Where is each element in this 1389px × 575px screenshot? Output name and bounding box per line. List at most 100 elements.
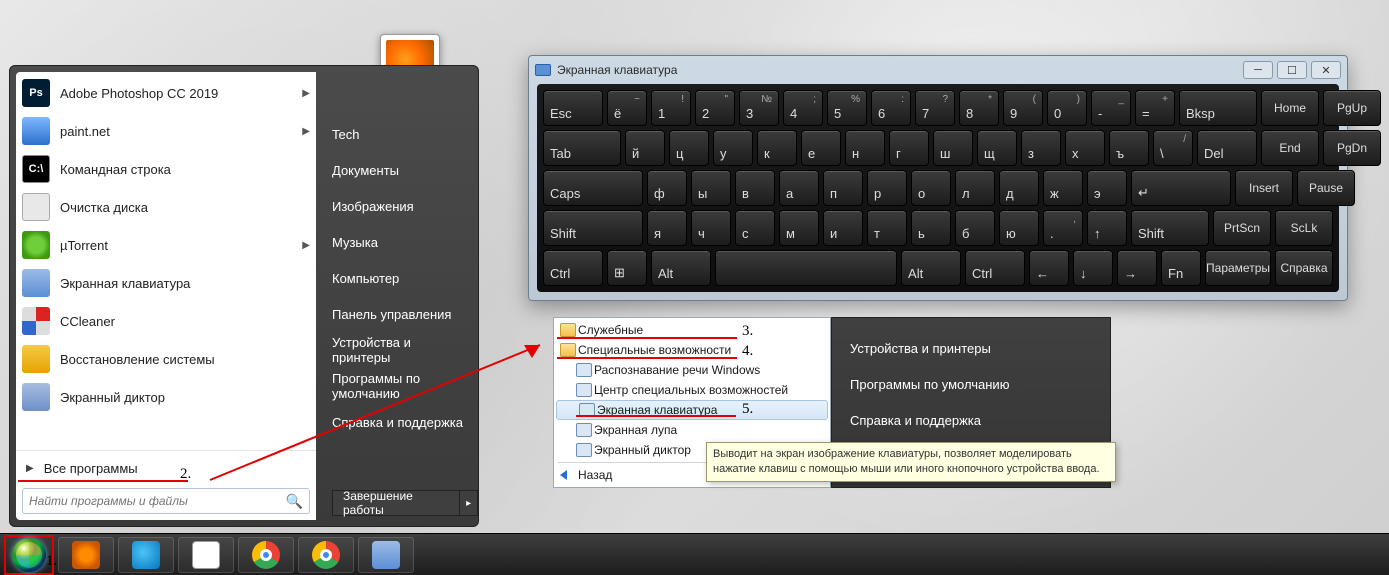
start-menu-right-item[interactable]: Изображения (332, 188, 468, 224)
start-menu-right-item[interactable]: Документы (332, 152, 468, 188)
key[interactable]: ь (911, 210, 951, 246)
key[interactable]: *8 (959, 90, 999, 126)
key[interactable]: р (867, 170, 907, 206)
key[interactable]: Bksp (1179, 90, 1257, 126)
key[interactable]: о (911, 170, 951, 206)
key[interactable]: Caps (543, 170, 643, 206)
nav-key[interactable]: End (1261, 130, 1319, 166)
program-item[interactable]: µTorrent ▶ (16, 226, 316, 264)
nav-key[interactable]: PgDn (1323, 130, 1381, 166)
program-item[interactable]: paint.net ▶ (16, 112, 316, 150)
shutdown-button[interactable]: Завершение работы (332, 490, 459, 516)
program-item[interactable]: Восстановление системы (16, 340, 316, 378)
start-menu-right-item[interactable]: Tech (332, 116, 468, 152)
shutdown-options-button[interactable]: ▸ (459, 490, 478, 516)
search-input[interactable] (29, 494, 286, 508)
key[interactable]: е (801, 130, 841, 166)
nav-key[interactable]: Insert (1235, 170, 1293, 206)
program-item[interactable]: Экранный диктор (16, 378, 316, 416)
key[interactable]: Del (1197, 130, 1257, 166)
maximize-button[interactable]: ☐ (1277, 61, 1307, 79)
start-menu-right-item[interactable]: Компьютер (332, 260, 468, 296)
key[interactable]: ы (691, 170, 731, 206)
taskbar-item-ie[interactable] (118, 537, 174, 573)
key[interactable]: ъ (1109, 130, 1149, 166)
taskbar-item-osk[interactable] (358, 537, 414, 573)
program-item[interactable]: CCleaner (16, 302, 316, 340)
key[interactable]: ↓ (1073, 250, 1113, 286)
key[interactable]: Alt (901, 250, 961, 286)
key[interactable]: ,. (1043, 210, 1083, 246)
key[interactable]: Esc (543, 90, 603, 126)
nav-key[interactable]: Home (1261, 90, 1319, 126)
taskbar-item-chrome-2[interactable] (298, 537, 354, 573)
key[interactable]: Shift (1131, 210, 1209, 246)
close-button[interactable]: ✕ (1311, 61, 1341, 79)
key[interactable]: и (823, 210, 863, 246)
submenu-right-item[interactable]: Устройства и принтеры (832, 330, 1110, 366)
program-item[interactable]: Очистка диска (16, 188, 316, 226)
key[interactable]: з (1021, 130, 1061, 166)
key[interactable]: н (845, 130, 885, 166)
key[interactable]: ⊞ (607, 250, 647, 286)
start-menu-right-item[interactable]: Музыка (332, 224, 468, 260)
key[interactable]: к (757, 130, 797, 166)
key[interactable]: !1 (651, 90, 691, 126)
key[interactable]: ?7 (915, 90, 955, 126)
search-box[interactable]: 🔍 (22, 488, 310, 514)
program-item[interactable]: Экранная клавиатура (16, 264, 316, 302)
key[interactable]: я (647, 210, 687, 246)
start-menu-right-item[interactable]: Программы по умолчанию (332, 368, 468, 404)
submenu-item[interactable]: Центр специальных возможностей (554, 380, 830, 400)
key[interactable]: Fn (1161, 250, 1201, 286)
taskbar-item-libreoffice[interactable] (178, 537, 234, 573)
key[interactable]: /\ (1153, 130, 1193, 166)
key[interactable]: :6 (871, 90, 911, 126)
key[interactable]: )0 (1047, 90, 1087, 126)
key[interactable]: Ctrl (543, 250, 603, 286)
key[interactable]: с (735, 210, 775, 246)
key[interactable]: т (867, 210, 907, 246)
submenu-right-item[interactable]: Программы по умолчанию (832, 366, 1110, 402)
key[interactable]: ш (933, 130, 973, 166)
submenu-item[interactable]: Экранная лупа (554, 420, 830, 440)
key[interactable]: п (823, 170, 863, 206)
nav-key[interactable]: Pause (1297, 170, 1355, 206)
key[interactable]: ю (999, 210, 1039, 246)
nav-key[interactable]: PgUp (1323, 90, 1381, 126)
key[interactable]: (9 (1003, 90, 1043, 126)
nav-key[interactable]: ScLk (1275, 210, 1333, 246)
key[interactable]: → (1117, 250, 1157, 286)
key[interactable]: _- (1091, 90, 1131, 126)
key[interactable]: ц (669, 130, 709, 166)
key[interactable]: г (889, 130, 929, 166)
start-menu-right-item[interactable]: Устройства и принтеры (332, 332, 468, 368)
key[interactable]: Shift (543, 210, 643, 246)
minimize-button[interactable]: ─ (1243, 61, 1273, 79)
program-item[interactable]: C:\ Командная строка (16, 150, 316, 188)
key[interactable]: ↑ (1087, 210, 1127, 246)
key[interactable]: ;4 (783, 90, 823, 126)
taskbar-item-chrome[interactable] (238, 537, 294, 573)
key[interactable]: ф (647, 170, 687, 206)
submenu-item[interactable]: Распознавание речи Windows (554, 360, 830, 380)
key[interactable]: ч (691, 210, 731, 246)
key[interactable]: Alt (651, 250, 711, 286)
nav-key[interactable]: PrtScn (1213, 210, 1271, 246)
osk-titlebar[interactable]: Экранная клавиатура ─ ☐ ✕ (529, 56, 1347, 84)
key[interactable]: д (999, 170, 1039, 206)
key[interactable]: №3 (739, 90, 779, 126)
key[interactable]: += (1135, 90, 1175, 126)
key[interactable]: Ctrl (965, 250, 1025, 286)
nav-key[interactable]: Параметры (1205, 250, 1271, 286)
submenu-right-item[interactable]: Справка и поддержка (832, 402, 1110, 438)
key[interactable]: Tab (543, 130, 621, 166)
program-item[interactable]: Ps Adobe Photoshop CC 2019 ▶ (16, 74, 316, 112)
key[interactable]: "2 (695, 90, 735, 126)
key[interactable]: й (625, 130, 665, 166)
key[interactable]: %5 (827, 90, 867, 126)
start-menu-right-item[interactable]: Панель управления (332, 296, 468, 332)
key[interactable]: л (955, 170, 995, 206)
key[interactable] (715, 250, 897, 286)
taskbar-item-wmp[interactable] (58, 537, 114, 573)
